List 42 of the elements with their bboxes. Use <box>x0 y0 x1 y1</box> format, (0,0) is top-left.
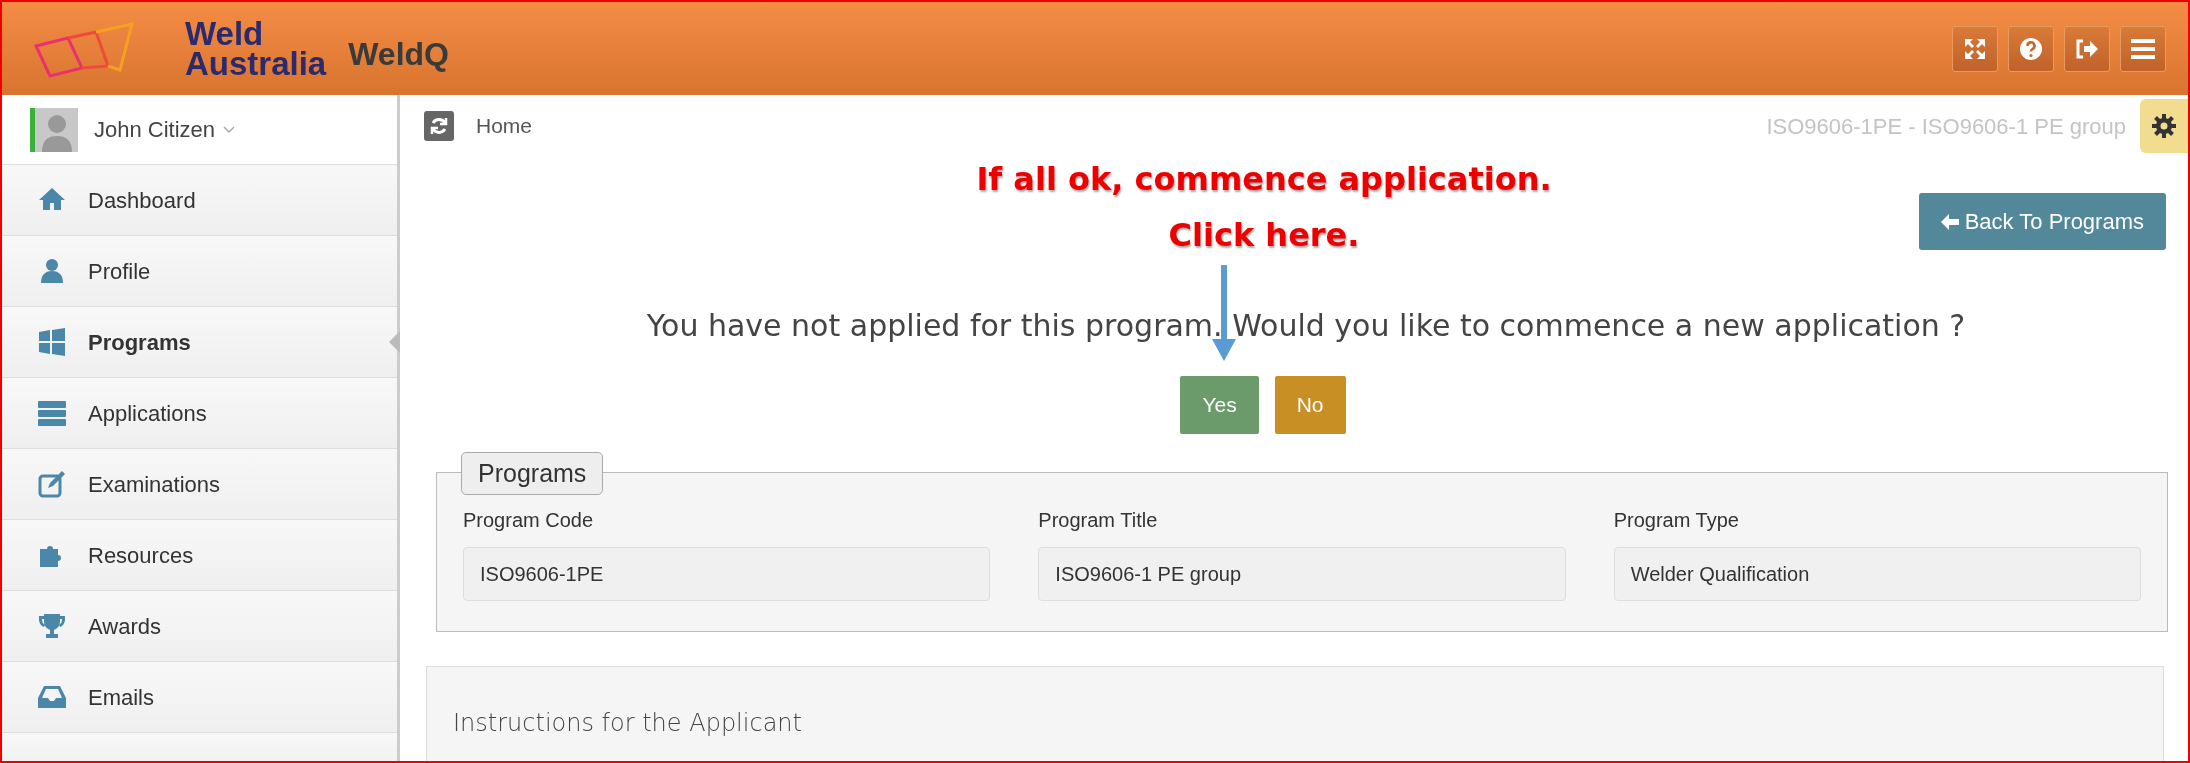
brand-name: Weld <box>185 18 264 49</box>
sidebar-item[interactable]: Dashboard <box>2 165 397 236</box>
trophy-icon <box>38 612 66 640</box>
person-icon <box>38 257 66 285</box>
sidebar-item[interactable]: Examinations <box>2 449 397 520</box>
read-only-field[interactable]: ISO9606-1PE <box>463 546 991 601</box>
annotation-text: If all ok, commence application. <box>976 159 1552 200</box>
read-only-field[interactable]: ISO9606-1 PE group <box>1038 546 1566 601</box>
user-name[interactable]: John Citizen <box>94 113 216 146</box>
panel-legend: Programs <box>461 451 604 495</box>
inbox-icon <box>38 683 66 711</box>
stack-icon <box>38 399 66 427</box>
logout-icon[interactable] <box>2064 25 2110 72</box>
page-title: ISO9606-1PE - ISO9606-1 PE group <box>1766 112 2126 141</box>
fullscreen-icon[interactable] <box>1952 25 1998 72</box>
menu-icon[interactable] <box>2120 25 2166 72</box>
brand-name: Australia <box>185 48 327 79</box>
avatar-silhouette <box>30 107 78 152</box>
windows-icon <box>38 328 66 356</box>
left-arrow-icon <box>1940 214 1959 230</box>
annotation-text: Click here. <box>1168 215 1360 256</box>
caret-icon[interactable] <box>223 125 236 134</box>
breadcrumb-link[interactable]: Home <box>476 110 533 142</box>
sidebar-item[interactable]: Applications <box>2 378 397 449</box>
field-label: Program Type <box>1613 507 1740 533</box>
sidebar-item[interactable]: Profile <box>2 236 397 307</box>
edit-icon <box>38 470 66 498</box>
sidebar-item[interactable]: Resources <box>2 520 397 591</box>
sidebar-item[interactable]: Emails <box>2 662 397 733</box>
pointer-icon <box>389 331 400 353</box>
back-to-programs-button[interactable]: Back To Programs <box>1918 193 2166 250</box>
sidebar-item[interactable]: Awards <box>2 591 397 662</box>
field-label: Program Title <box>1038 507 1159 533</box>
field-label: Program Code <box>463 507 595 533</box>
settings-icon[interactable] <box>2140 99 2188 153</box>
read-only-field[interactable]: Welder Qualification <box>1613 546 2141 601</box>
app-name: WeldQ <box>348 34 449 74</box>
help-icon[interactable] <box>2008 25 2054 72</box>
sidebar-item[interactable]: Programs <box>2 307 397 378</box>
prompt-text: You have not applied for this program. Would you like to commence a new application ? <box>645 307 1967 345</box>
panel-title: Instructions for the Applicant <box>453 707 803 739</box>
refresh-icon[interactable] <box>424 111 454 141</box>
